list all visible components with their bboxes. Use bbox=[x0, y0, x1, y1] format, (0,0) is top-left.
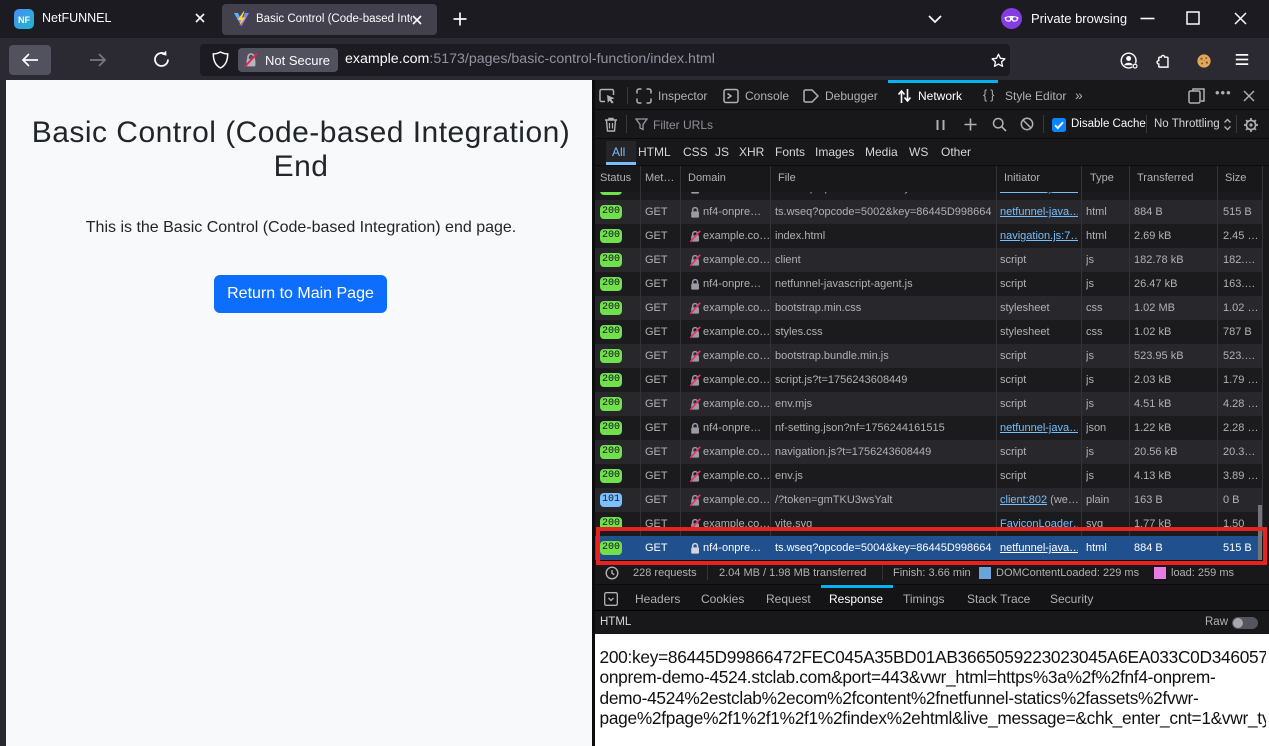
svg-text:NF: NF bbox=[18, 15, 30, 25]
